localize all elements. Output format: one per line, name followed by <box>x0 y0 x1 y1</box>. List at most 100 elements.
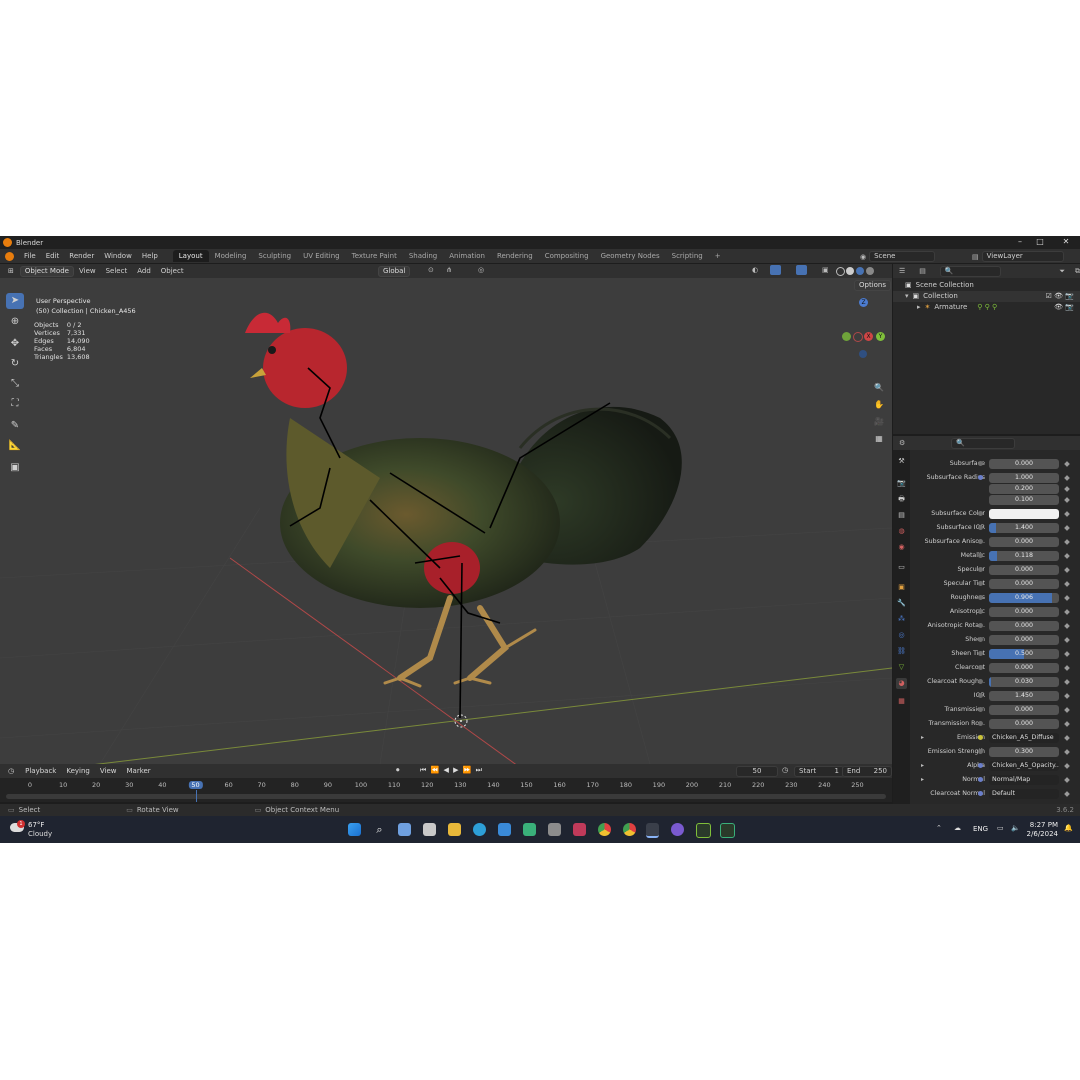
keyframe-icon[interactable] <box>1064 539 1070 545</box>
keyframe-icon[interactable] <box>1064 595 1070 601</box>
keyframe-icon[interactable] <box>1064 679 1070 685</box>
add-workspace-button[interactable]: + <box>709 250 727 262</box>
linked-node-field[interactable]: Normal/Map <box>989 775 1059 785</box>
property-slider[interactable]: 0.030 <box>989 677 1059 687</box>
tab-scripting[interactable]: Scripting <box>666 250 709 262</box>
record-button[interactable]: ⏺ <box>396 766 400 775</box>
start-frame-field[interactable]: Start 1 <box>794 766 844 777</box>
property-row[interactable]: Transmission 0.000 <box>913 704 1080 716</box>
property-slider[interactable]: 0.000 <box>989 663 1059 673</box>
menu-render[interactable]: Render <box>64 252 99 260</box>
socket-dot-icon[interactable] <box>978 623 983 628</box>
gizmo-neg-x[interactable] <box>853 332 863 342</box>
zoom-icon[interactable]: 🔍 <box>872 381 886 395</box>
outliner-collection[interactable]: ▾ ▣ Collection ☑ 👁 📷 <box>893 291 1080 302</box>
keyframe-icon[interactable] <box>1064 525 1070 531</box>
property-slider[interactable]: 1.000 <box>989 473 1059 483</box>
menu-add[interactable]: Add <box>132 267 156 275</box>
keyframe-icon[interactable] <box>1064 637 1070 643</box>
socket-dot-icon[interactable] <box>978 735 983 740</box>
color-swatch[interactable] <box>989 509 1059 519</box>
overlay-toggle-icon[interactable] <box>796 265 807 275</box>
scale-tool[interactable]: ⤡ <box>6 376 24 392</box>
task-view-icon[interactable] <box>423 823 436 836</box>
menu-view[interactable]: View <box>74 267 101 275</box>
outliner-editor-icon[interactable]: ☰ <box>899 267 905 275</box>
property-slider[interactable]: 1.400 <box>989 523 1059 533</box>
keyframe-icon[interactable] <box>1064 511 1070 517</box>
menu-help[interactable]: Help <box>137 252 163 260</box>
property-row[interactable]: Subsurface 0.000 <box>913 458 1080 470</box>
property-slider[interactable]: 0.906 <box>989 593 1059 603</box>
expand-arrow-icon[interactable]: ▾ <box>905 291 909 302</box>
property-row[interactable]: Emission Strength 0.300 <box>913 746 1080 758</box>
property-row[interactable]: Clearcoat 0.000 <box>913 662 1080 674</box>
solid-shading-icon[interactable] <box>846 267 854 275</box>
tab-uv-editing[interactable]: UV Editing <box>297 250 346 262</box>
property-slider[interactable]: 0.000 <box>989 705 1059 715</box>
property-row[interactable]: Specular 0.000 <box>913 564 1080 576</box>
gizmo-neg-y[interactable] <box>842 332 851 341</box>
pivot-icon[interactable]: ⊙ <box>428 266 434 274</box>
cursor-tool[interactable]: ⊕ <box>6 314 24 330</box>
chrome-icon[interactable] <box>598 823 611 836</box>
linked-node-field[interactable]: Chicken_A5_Diffuse <box>989 733 1059 743</box>
property-row[interactable]: Transmission Ro... 0.000 <box>913 718 1080 730</box>
app-icon[interactable] <box>548 823 561 836</box>
keyframe-icon[interactable] <box>1064 735 1070 741</box>
data-tab-icon[interactable]: ▽ <box>896 662 907 673</box>
rendered-shading-icon[interactable] <box>866 267 874 275</box>
camera-icon[interactable]: 🎥 <box>872 415 886 429</box>
socket-dot-icon[interactable] <box>978 581 983 586</box>
tab-compositing[interactable]: Compositing <box>539 250 595 262</box>
material-shading-icon[interactable] <box>856 267 864 275</box>
menu-playback[interactable]: Playback <box>20 767 61 775</box>
clock-time[interactable]: 8:27 PM <box>1028 821 1058 829</box>
keyframe-icon[interactable] <box>1064 486 1070 492</box>
tab-animation[interactable]: Animation <box>443 250 491 262</box>
property-slider[interactable]: 0.000 <box>989 621 1059 631</box>
add-cube-tool[interactable]: ▣ <box>6 460 24 476</box>
property-row[interactable]: Subsurface Color <box>913 508 1080 520</box>
blender-menu-icon[interactable] <box>5 251 14 261</box>
property-slider[interactable]: 0.000 <box>989 459 1059 469</box>
move-tool[interactable]: ✥ <box>6 336 24 352</box>
socket-dot-icon[interactable] <box>978 707 983 712</box>
menu-window[interactable]: Window <box>99 252 137 260</box>
store-icon[interactable] <box>498 823 511 836</box>
scene-selector[interactable]: ◉ Scene <box>860 251 936 262</box>
keyframe-icon[interactable] <box>1064 693 1070 699</box>
linked-node-field[interactable]: Chicken_A5_Opacity.... <box>989 761 1059 771</box>
gizmo-x[interactable]: X <box>864 332 873 341</box>
keyframe-icon[interactable] <box>1064 721 1070 727</box>
material-tab-icon[interactable]: ◕ <box>896 678 907 689</box>
view-layer-field[interactable]: ViewLayer <box>981 251 1064 262</box>
3d-viewport[interactable]: ➤ ⊕ ✥ ↻ ⤡ ⛶ ✎ 📐 ▣ User Perspective (50) … <box>0 278 892 764</box>
outliner-armature[interactable]: ▸ ✶ Armature ⚲ ⚲ ⚲ 👁 📷 <box>893 302 1080 313</box>
keyframe-icon[interactable] <box>1064 553 1070 559</box>
expand-arrow-icon[interactable]: ▸ <box>921 734 924 741</box>
property-row[interactable]: Metallic 0.118 <box>913 550 1080 562</box>
snap-icon[interactable]: ⋔ <box>446 266 452 274</box>
keyframe-icon[interactable] <box>1064 665 1070 671</box>
gizmo-toggle-icon[interactable] <box>770 265 781 275</box>
tab-geometry-nodes[interactable]: Geometry Nodes <box>595 250 666 262</box>
property-slider[interactable]: 0.200 <box>989 484 1059 494</box>
viber-icon[interactable] <box>671 823 684 836</box>
property-row[interactable]: Clearcoat Rough... 0.030 <box>913 676 1080 688</box>
socket-dot-icon[interactable] <box>978 525 983 530</box>
timeline-scrubber[interactable]: 0 10 20 30 40 50 60 70 80 90 100 110 120 130 140 150 160… <box>0 778 892 802</box>
tab-modeling[interactable]: Modeling <box>209 250 253 262</box>
property-slider[interactable]: 0.300 <box>989 747 1059 757</box>
clock-date[interactable]: 2/6/2024 <box>1022 830 1058 838</box>
property-slider[interactable]: 0.100 <box>989 495 1059 505</box>
keyframe-icon[interactable] <box>1064 707 1070 713</box>
windows-start-icon[interactable] <box>348 823 361 836</box>
annotate-tool[interactable]: ✎ <box>6 418 24 434</box>
close-button[interactable]: ✕ <box>1056 237 1076 248</box>
expand-arrow-icon[interactable]: ▸ <box>921 762 924 769</box>
property-row[interactable]: Clearcoat Normal Default <box>913 788 1080 800</box>
wireframe-shading-icon[interactable] <box>836 267 845 276</box>
socket-dot-icon[interactable] <box>978 763 983 768</box>
object-tab-icon[interactable]: ▣ <box>896 582 907 593</box>
